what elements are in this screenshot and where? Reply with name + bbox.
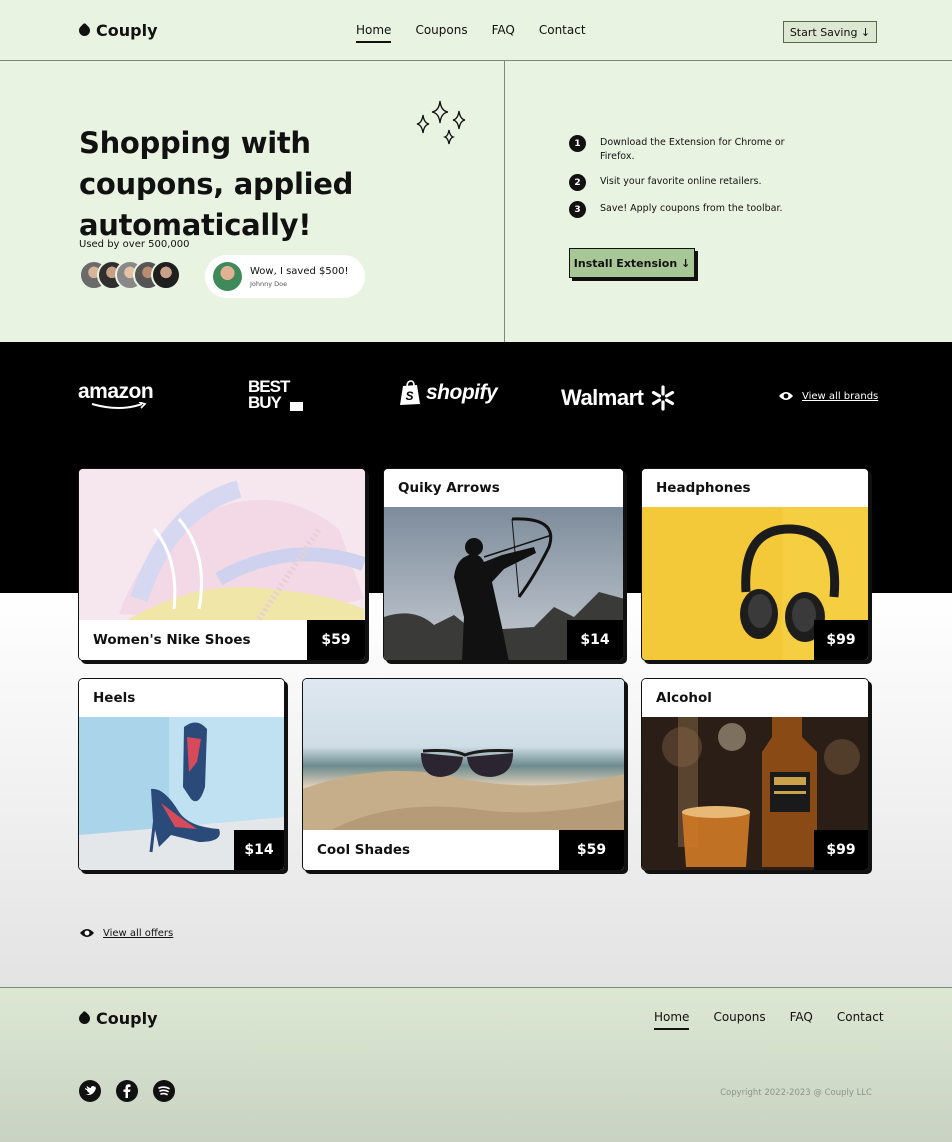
offer-price: $59 xyxy=(307,620,365,660)
hero-divider xyxy=(504,61,505,342)
nav-faq[interactable]: FAQ xyxy=(492,23,515,37)
start-saving-button[interactable]: Start Saving ↓ xyxy=(783,21,877,43)
copyright-text: Copyright 2022-2023 @ Couply LLC xyxy=(720,1088,872,1098)
used-by-text: Used by over 500,000 xyxy=(79,239,190,250)
facebook-icon[interactable] xyxy=(116,1080,138,1102)
twitter-icon[interactable] xyxy=(79,1080,101,1102)
nav-contact[interactable]: Contact xyxy=(539,23,586,37)
testimonial-name: Johnny Doe xyxy=(250,280,288,288)
spotify-icon[interactable] xyxy=(153,1080,175,1102)
main-nav: Home Coupons FAQ Contact xyxy=(356,23,586,43)
shopify-bag-icon: S xyxy=(400,380,420,405)
install-steps: 1 Download the Extension for Chrome or F… xyxy=(569,135,800,228)
view-all-brands-link[interactable]: View all brands xyxy=(778,390,878,402)
brand-name: Walmart xyxy=(561,385,644,410)
brand-logo-bestbuy[interactable]: BEST BUY xyxy=(248,377,306,412)
step-text: Download the Extension for Chrome or Fir… xyxy=(600,137,785,162)
offer-price: $99 xyxy=(814,830,868,870)
footer-nav: Home Coupons FAQ Contact xyxy=(654,1010,884,1030)
bestbuy-tag-icon xyxy=(290,402,303,411)
footer-logo[interactable]: Couply xyxy=(76,1009,158,1028)
brand-logo-amazon[interactable]: amazon xyxy=(78,380,154,409)
offer-title: Alcohol xyxy=(642,679,868,717)
tag-icon xyxy=(76,1010,93,1027)
install-extension-button[interactable]: Install Extension ↓ xyxy=(569,248,695,278)
offer-title: Quiky Arrows xyxy=(384,469,623,507)
site-footer: Couply Home Coupons FAQ Contact Copyrigh… xyxy=(0,987,952,1142)
footer-nav-coupons[interactable]: Coupons xyxy=(713,1010,765,1024)
view-all-offers-link[interactable]: View all offers xyxy=(79,927,173,939)
nav-home[interactable]: Home xyxy=(356,23,392,43)
offer-price: $59 xyxy=(559,830,624,870)
footer-nav-contact[interactable]: Contact xyxy=(837,1010,884,1024)
logo-text: Couply xyxy=(96,1009,158,1028)
hero-section: Shopping with coupons, applied automatic… xyxy=(0,61,952,342)
offer-card[interactable]: Heels $14 xyxy=(78,678,285,871)
step-number: 3 xyxy=(569,201,586,218)
view-all-offers-label: View all offers xyxy=(103,927,174,939)
testimonial-quote: Wow, I saved $500! xyxy=(250,266,349,277)
brand-logo-walmart[interactable]: Walmart xyxy=(561,384,677,412)
site-header: Couply Home Coupons FAQ Contact Start Sa… xyxy=(0,0,952,61)
offer-price: $99 xyxy=(814,620,868,660)
eye-icon xyxy=(80,929,94,937)
footer-nav-faq[interactable]: FAQ xyxy=(790,1010,813,1024)
brand-name: BEST BUY xyxy=(248,377,290,412)
brand-name: amazon xyxy=(78,380,154,403)
eye-icon xyxy=(779,392,793,400)
nav-coupons[interactable]: Coupons xyxy=(415,23,467,37)
offer-card[interactable]: Cool Shades $59 xyxy=(302,678,625,871)
offer-title: Heels xyxy=(79,679,284,717)
svg-text:S: S xyxy=(406,389,414,403)
step-text: Save! Apply coupons from the toolbar. xyxy=(600,203,783,214)
offer-price: $14 xyxy=(234,830,284,870)
step-number: 2 xyxy=(569,174,586,191)
step-item: 3 Save! Apply coupons from the toolbar. xyxy=(569,201,800,218)
view-all-brands-label: View all brands xyxy=(802,390,879,402)
walmart-spark-icon xyxy=(652,385,675,411)
offer-card[interactable]: Headphones $99 xyxy=(641,468,869,661)
sparkles-icon xyxy=(416,100,466,145)
step-item: 2 Visit your favorite online retailers. xyxy=(569,174,800,191)
testimonial-bubble: Wow, I saved $500! Johnny Doe xyxy=(205,255,365,298)
offer-title: Headphones xyxy=(642,469,868,507)
offer-price: $14 xyxy=(567,620,623,660)
logo-text: Couply xyxy=(96,21,158,40)
user-avatars xyxy=(79,260,181,290)
step-item: 1 Download the Extension for Chrome or F… xyxy=(569,135,800,164)
amazon-smile-icon xyxy=(91,402,147,409)
avatar xyxy=(151,260,181,290)
hero-title: Shopping with coupons, applied automatic… xyxy=(79,126,354,242)
step-number: 1 xyxy=(569,135,586,152)
offer-title: Women's Nike Shoes xyxy=(79,620,309,660)
tag-icon xyxy=(76,22,93,39)
footer-nav-home[interactable]: Home xyxy=(654,1010,690,1030)
offer-card[interactable]: Quiky Arrows $14 xyxy=(383,468,624,661)
offer-card[interactable]: Alcohol $99 xyxy=(641,678,869,871)
brand-logo-shopify[interactable]: S shopify xyxy=(399,380,498,406)
social-links xyxy=(79,1080,175,1102)
step-text: Visit your favorite online retailers. xyxy=(600,176,762,187)
offer-title: Cool Shades xyxy=(303,830,561,870)
avatar xyxy=(213,262,242,291)
logo[interactable]: Couply xyxy=(76,21,158,40)
brand-name: shopify xyxy=(426,381,498,404)
offer-card[interactable]: Women's Nike Shoes $59 xyxy=(78,468,366,661)
